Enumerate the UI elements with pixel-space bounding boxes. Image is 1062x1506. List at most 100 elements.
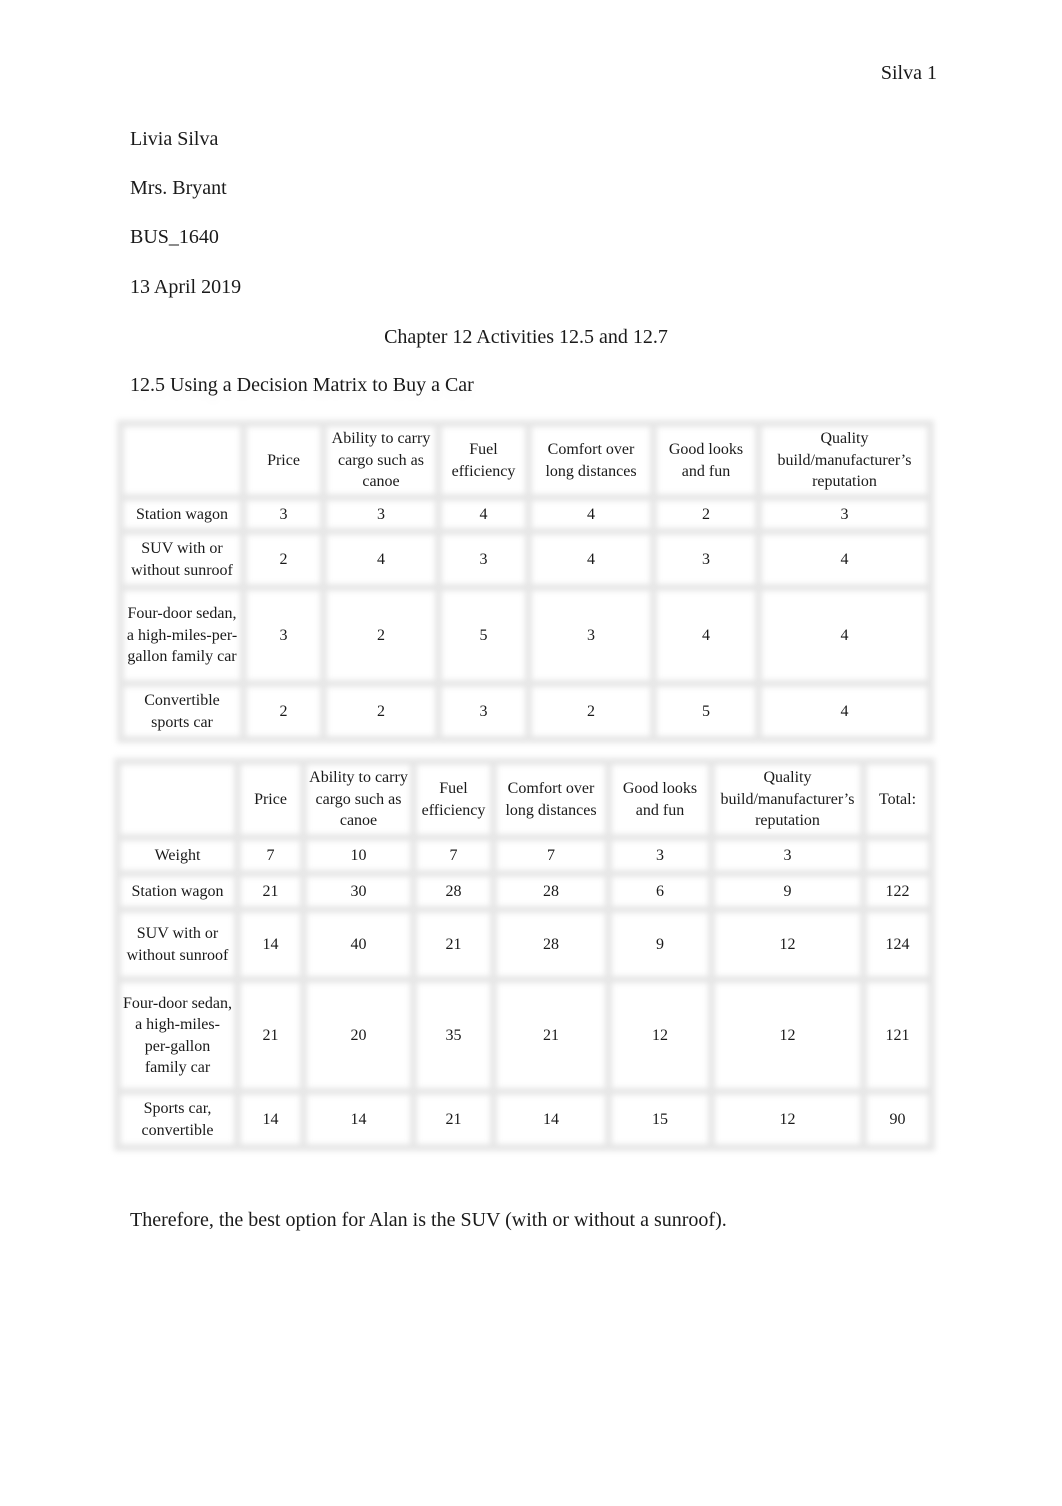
section-heading: 12.5 Using a Decision Matrix to Buy a Ca… <box>130 374 474 396</box>
cell-value: 21 <box>262 1026 279 1044</box>
cell-value: 35 <box>445 1026 462 1044</box>
cell-value: 14 <box>262 1110 279 1128</box>
instructor-name: Mrs. Bryant <box>130 177 227 199</box>
column-header: Price <box>267 451 300 469</box>
decision-matrix-ratings: Price Ability to carry cargo such as cano… <box>117 420 934 743</box>
table-row: Weight 7 10 7 7 3 3 <box>118 838 932 874</box>
column-header: Comfort over long distances <box>505 780 597 819</box>
row-label: Weight <box>154 846 201 864</box>
cell-value: 3 <box>377 505 385 523</box>
table-row: Four-door sedan, a high-miles-per-gallon… <box>121 588 931 684</box>
cell-value: 9 <box>783 882 792 900</box>
cell-value: 30 <box>350 882 367 900</box>
cell-value: 3 <box>279 505 288 523</box>
cell-value: 21 <box>445 1110 462 1128</box>
cell-value: 28 <box>543 935 559 953</box>
cell-value: 21 <box>262 882 279 900</box>
column-header: Fuel efficiency <box>451 441 516 480</box>
cell-value: 14 <box>350 1110 367 1128</box>
decision-matrix-weighted: Price Ability to carry cargo such as cano… <box>114 758 935 1151</box>
cell-value: 2 <box>702 505 710 523</box>
ratings-table: Price Ability to carry cargo such as cano… <box>117 420 934 743</box>
cell-value: 121 <box>885 1026 910 1044</box>
cell-value: 122 <box>885 882 910 900</box>
column-header: Quality build/manufacturer’s reputation <box>777 430 912 491</box>
cell-value: 28 <box>445 882 462 900</box>
cell-value: 4 <box>587 550 595 568</box>
table-header-row: Price Ability to carry cargo such as cano… <box>118 762 932 838</box>
cell-value: 124 <box>885 935 910 953</box>
cell-value: 90 <box>889 1110 906 1128</box>
column-header: Ability to carry cargo such as canoe <box>309 769 408 830</box>
cell-value: 4 <box>840 702 849 720</box>
cell-value: 14 <box>543 1110 559 1128</box>
cell-value: 3 <box>279 626 288 644</box>
column-header: Good looks and fun <box>622 780 698 819</box>
cell-value: 4 <box>840 626 849 644</box>
cell-value: 12 <box>779 1026 796 1044</box>
cell-value: 7 <box>449 846 458 864</box>
course-code: BUS_1640 <box>130 226 219 248</box>
table-row: Convertible sports car 2 2 3 2 5 4 <box>121 684 931 740</box>
table-header-row: Price Ability to carry cargo such as cano… <box>121 424 931 498</box>
cell-value: 28 <box>543 882 559 900</box>
row-label: Convertible sports car <box>144 692 220 731</box>
row-label: SUV with or without sunroof <box>126 925 229 964</box>
cell-value: 2 <box>377 702 385 720</box>
cell-value: 2 <box>587 702 595 720</box>
column-header <box>121 424 244 498</box>
cell-value <box>864 838 932 874</box>
cell-value: 5 <box>702 702 710 720</box>
cell-value: 2 <box>279 702 288 720</box>
table-row: SUV with or without sunroof 14 40 21 28 9 12 12… <box>118 910 932 980</box>
cell-value: 3 <box>656 846 664 864</box>
cell-value: 3 <box>783 846 792 864</box>
row-label: Four-door sedan, a high-miles-per-gallon… <box>123 994 232 1077</box>
cell-value: 9 <box>656 935 664 953</box>
date: 13 April 2019 <box>130 276 242 298</box>
cell-value: 14 <box>262 935 279 953</box>
row-label: Four-door sedan, a high-miles-per-gallon… <box>126 605 238 666</box>
row-label: SUV with or without sunroof <box>131 540 233 579</box>
column-header: Ability to carry cargo such as canoe <box>331 430 431 491</box>
page-number-header: Silva 1 <box>880 62 937 84</box>
cell-value: 2 <box>279 550 288 568</box>
cell-value: 3 <box>702 550 710 568</box>
row-label: Sports car, convertible <box>141 1100 214 1139</box>
conclusion-text: Therefore, the best option for Alan is t… <box>130 1209 727 1231</box>
cell-value: 7 <box>266 846 275 864</box>
cell-value: 12 <box>779 1110 796 1128</box>
cell-value: 15 <box>652 1110 668 1128</box>
column-header: Total: <box>878 790 917 808</box>
table-row: Station wagon 3 3 4 4 2 3 <box>121 498 931 532</box>
table-row: Sports car, convertible 14 14 21 14 15 12 90 <box>118 1092 932 1148</box>
cell-value: 4 <box>479 505 488 523</box>
cell-value: 5 <box>479 626 488 644</box>
cell-value: 3 <box>479 550 488 568</box>
cell-value: 3 <box>840 505 849 523</box>
column-header <box>118 762 238 838</box>
cell-value: 21 <box>445 935 462 953</box>
column-header: Comfort over long distances <box>545 441 637 480</box>
cell-value: 40 <box>350 935 367 953</box>
cell-value: 6 <box>656 882 664 900</box>
column-header: Good looks and fun <box>668 441 744 480</box>
cell-value: 7 <box>547 846 555 864</box>
cell-value: 4 <box>377 550 385 568</box>
cell-value: 3 <box>479 702 488 720</box>
cell-value: 4 <box>840 550 849 568</box>
cell-value: 12 <box>779 935 796 953</box>
cell-value: 10 <box>350 846 367 864</box>
row-label: Station wagon <box>131 882 224 900</box>
row-label: Station wagon <box>136 505 228 523</box>
column-header: Price <box>254 790 287 808</box>
cell-value: 12 <box>652 1026 668 1044</box>
cell-value: 4 <box>702 626 710 644</box>
weighted-scores-table: Price Ability to carry cargo such as cano… <box>114 758 935 1151</box>
student-name: Livia Silva <box>130 128 219 150</box>
cell-value: 2 <box>377 626 385 644</box>
cell-value: 21 <box>543 1026 559 1044</box>
table-row: Four-door sedan, a high-miles-per-gallon… <box>118 980 932 1092</box>
table-row: Station wagon 21 30 28 28 6 9 122 <box>118 874 932 910</box>
document-title: Chapter 12 Activities 12.5 and 12.7 <box>384 326 668 348</box>
